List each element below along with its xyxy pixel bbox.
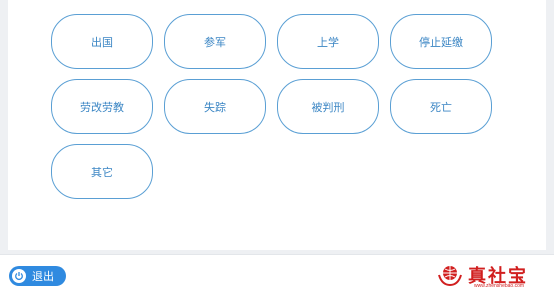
footer-bar: 退出 真社宝 www.zhenshebao.com (0, 254, 554, 292)
exit-button[interactable]: 退出 (9, 266, 66, 286)
globe-hands-icon (438, 265, 462, 286)
option-missing[interactable]: 失踪 (164, 79, 266, 134)
option-school[interactable]: 上学 (277, 14, 379, 69)
option-sentenced[interactable]: 被判刑 (277, 79, 379, 134)
options-panel: 出国 参军 上学 停止延缴 劳改劳教 失踪 被判刑 死亡 其它 (8, 0, 546, 250)
option-stop-deferred[interactable]: 停止延缴 (390, 14, 492, 69)
option-military[interactable]: 参军 (164, 14, 266, 69)
watermark-logo: 真社宝 www.zhenshebao.com (436, 258, 548, 291)
power-icon (12, 269, 26, 283)
option-other[interactable]: 其它 (51, 144, 153, 199)
option-labor-reform[interactable]: 劳改劳教 (51, 79, 153, 134)
watermark-url: www.zhenshebao.com (474, 283, 525, 289)
option-going-abroad[interactable]: 出国 (51, 14, 153, 69)
option-deceased[interactable]: 死亡 (390, 79, 492, 134)
exit-label: 退出 (32, 271, 54, 283)
